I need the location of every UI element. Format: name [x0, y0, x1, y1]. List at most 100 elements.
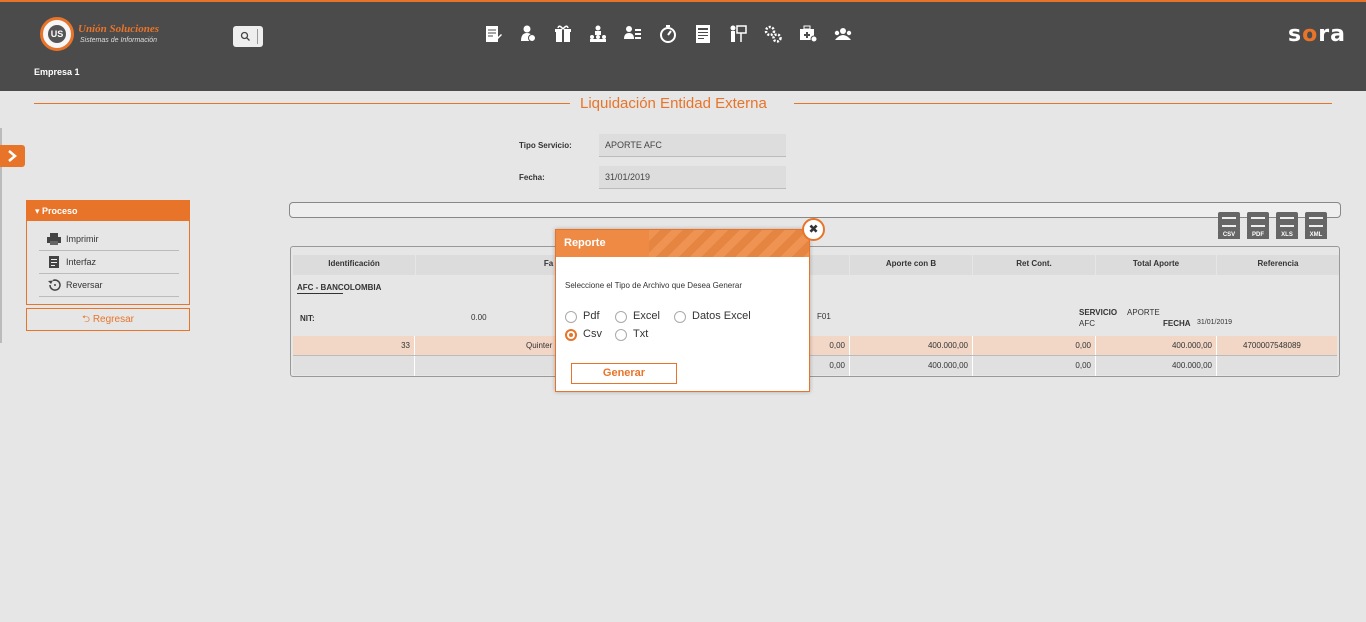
- logo-initials: US: [48, 25, 66, 43]
- cell-identificacion: 33: [293, 336, 415, 356]
- radio-dot: [565, 311, 577, 323]
- servicio-value-2: AFC: [1079, 319, 1095, 328]
- pdf-doc-shape: [1247, 212, 1269, 232]
- process-panel: ▾ Proceso Imprimir Interfaz Reversar: [26, 200, 190, 305]
- title-divider-left: [34, 103, 570, 104]
- company-logo[interactable]: US Unión Soluciones Sistemas de Informac…: [40, 17, 180, 51]
- pdf-export-label: PDF: [1247, 231, 1269, 239]
- org-chart-icon[interactable]: [588, 24, 608, 44]
- fecha-group-value: 31/01/2019: [1197, 319, 1233, 326]
- cell-referencia: 4700007548089: [1243, 341, 1301, 350]
- menu-item-label: Reversar: [66, 280, 103, 290]
- total-aporte-con-b: 400.000,00: [850, 356, 973, 376]
- radio-dot: [615, 329, 627, 341]
- presentation-icon[interactable]: [728, 24, 748, 44]
- regresar-label: Regresar: [92, 314, 134, 325]
- cell-ret-cont: 0,00: [973, 336, 1096, 356]
- brand-logo: sora: [1288, 22, 1346, 47]
- nit-label: NIT:: [300, 314, 315, 323]
- servicio-label: SERVICIO: [1079, 308, 1118, 317]
- cell-aporte-con-b: 400.000,00: [850, 336, 973, 356]
- radio-dot: [615, 311, 627, 323]
- report-prompt: Seleccione el Tipo de Archivo que Desea …: [565, 281, 742, 290]
- person-money-icon[interactable]: [518, 24, 538, 44]
- page-title: Liquidación Entidad Externa: [580, 95, 767, 112]
- brand-suffix: ra: [1318, 22, 1346, 47]
- xls-export-icon[interactable]: XLS: [1276, 212, 1298, 239]
- reverse-icon: [48, 279, 61, 291]
- search-button[interactable]: [233, 26, 263, 47]
- radio-dot: [674, 311, 686, 323]
- brand-accent: o: [1302, 22, 1319, 47]
- radio-label: Txt: [633, 328, 649, 340]
- col-total-aporte[interactable]: Total Aporte: [1096, 255, 1216, 275]
- xml-doc-shape: [1305, 212, 1327, 232]
- radio-label: Csv: [583, 328, 602, 340]
- fecha-label: Fecha:: [519, 173, 545, 182]
- xls-doc-lines: [1280, 217, 1294, 227]
- title-divider-right: [794, 103, 1332, 104]
- logo-name: Unión Soluciones: [78, 23, 159, 35]
- search-divider: [257, 29, 258, 44]
- regresar-button[interactable]: ⮌ Regresar: [26, 308, 190, 331]
- csv-export-label: CSV: [1218, 231, 1240, 239]
- col-ret-cont[interactable]: Ret Cont.: [973, 255, 1095, 275]
- document-edit-icon[interactable]: [483, 24, 503, 44]
- cell-nombre-text: Quinter: [526, 341, 553, 350]
- fecha-group-label: FECHA: [1163, 319, 1191, 328]
- total-total-aporte: 400.000,00: [1096, 356, 1217, 376]
- group-icon[interactable]: [833, 24, 853, 44]
- col-identificacion[interactable]: Identificación: [293, 255, 415, 275]
- chevron-right-icon: [8, 150, 17, 162]
- radio-label: Datos Excel: [692, 310, 751, 322]
- gears-icon[interactable]: [763, 24, 783, 44]
- process-panel-title: Proceso: [42, 206, 78, 216]
- col-referencia[interactable]: Referencia: [1217, 255, 1339, 275]
- menu-item-label: Interfaz: [66, 257, 97, 267]
- code-value: F01: [817, 312, 831, 321]
- xml-export-label: XML: [1305, 231, 1327, 239]
- table-row[interactable]: 33 Quinter 0,00 400.000,00 0,00 400.000,…: [293, 336, 1337, 356]
- user-list-icon[interactable]: [623, 24, 643, 44]
- gift-icon[interactable]: [553, 24, 573, 44]
- generar-button[interactable]: Generar: [571, 363, 677, 384]
- total-ret-cont: 0,00: [973, 356, 1096, 376]
- servicio-value: APORTE: [1127, 308, 1160, 317]
- xls-export-label: XLS: [1276, 231, 1298, 239]
- printer-icon: [47, 233, 61, 245]
- tipo-servicio-field[interactable]: APORTE AFC: [599, 134, 786, 157]
- logo-tagline: Sistemas de Información: [80, 37, 158, 44]
- radio-dot-selected: [565, 329, 577, 341]
- sidebar-toggle-button[interactable]: [0, 145, 25, 167]
- nit-value: 0.00: [471, 313, 487, 322]
- process-panel-header[interactable]: ▾ Proceso: [27, 201, 189, 221]
- report-dialog: Reporte Seleccione el Tipo de Archivo qu…: [555, 229, 810, 392]
- top-bar: US Unión Soluciones Sistemas de Informac…: [0, 0, 1366, 91]
- pdf-doc-lines: [1251, 217, 1265, 227]
- menu-item-label: Imprimir: [66, 234, 99, 244]
- csv-doc-shape: [1218, 212, 1240, 232]
- report-icon[interactable]: [693, 24, 713, 44]
- menu-item-imprimir[interactable]: Imprimir: [39, 229, 179, 251]
- col-aporte-con-b[interactable]: Aporte con B: [850, 255, 972, 275]
- group-underline: [297, 293, 343, 294]
- total-cell-blank-1: [293, 356, 415, 376]
- report-dialog-header: Reporte: [556, 230, 809, 257]
- medical-case-icon[interactable]: [798, 24, 818, 44]
- csv-doc-lines: [1222, 217, 1236, 227]
- xls-doc-shape: [1276, 212, 1298, 232]
- xml-export-icon[interactable]: XML: [1305, 212, 1327, 239]
- progress-bar: [289, 202, 1341, 218]
- tipo-servicio-label: Tipo Servicio:: [519, 141, 572, 150]
- menu-item-reversar[interactable]: Reversar: [39, 275, 179, 297]
- cell-total-aporte: 400.000,00: [1096, 336, 1217, 356]
- menu-item-interfaz[interactable]: Interfaz: [39, 252, 179, 274]
- pdf-export-icon[interactable]: PDF: [1247, 212, 1269, 239]
- logo-mark: US: [40, 17, 74, 51]
- radio-label: Pdf: [583, 310, 600, 322]
- timer-icon[interactable]: [658, 24, 678, 44]
- fecha-field[interactable]: 31/01/2019: [599, 166, 786, 189]
- group-title: AFC - BANCOLOMBIA: [297, 283, 382, 292]
- close-icon[interactable]: ✖: [802, 218, 825, 241]
- csv-export-icon[interactable]: CSV: [1218, 212, 1240, 239]
